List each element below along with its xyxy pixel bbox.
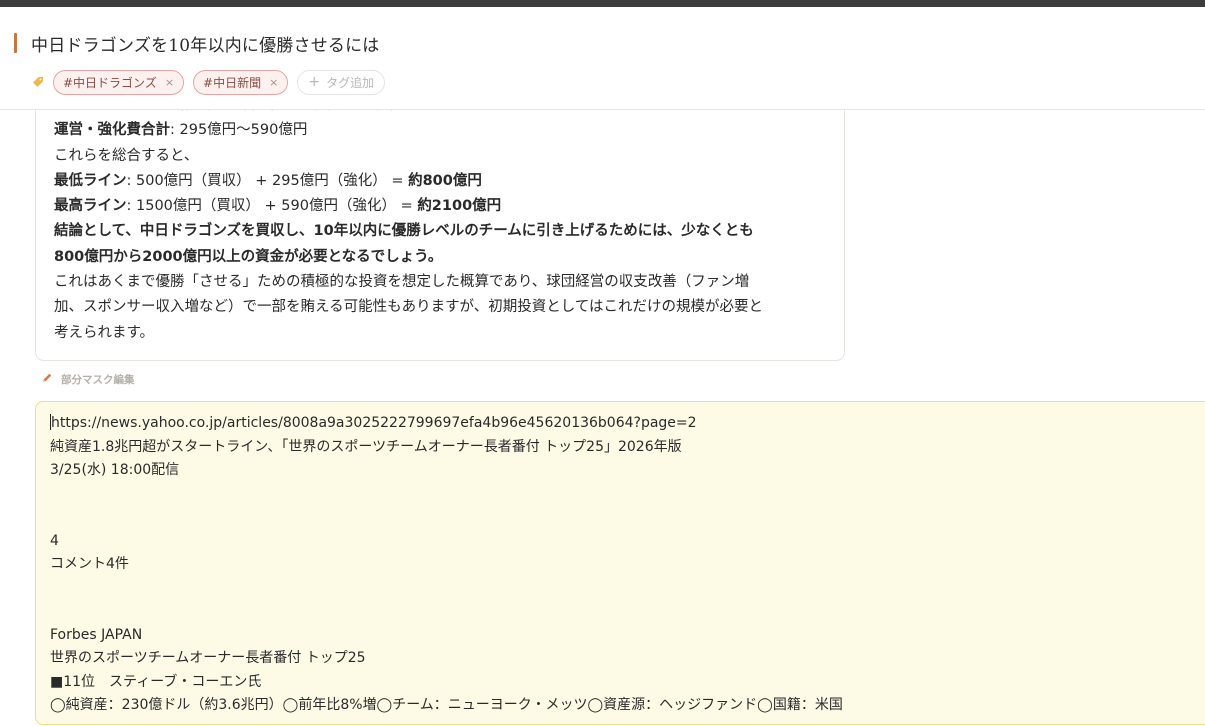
mask-edit-textarea[interactable]: https://news.yahoo.co.jp/articles/8008a9… (35, 401, 1205, 725)
editor-line: 3/25(水) 18:00配信 (50, 462, 180, 478)
editor-line: https://news.yahoo.co.jp/articles/8008a9… (50, 412, 1205, 436)
answer-note-1: これはあくまで優勝「させる」ための積極的な投資を想定した概算であり、球団経営の収… (54, 274, 750, 291)
answer-card: ファシリティ投資（初期投資含む）: 40億円〜40億円 運営・強化費合計: 29… (35, 72, 845, 361)
tag-remove-icon[interactable]: × (165, 76, 174, 89)
cost-value: : 295億円〜590億円 (170, 122, 308, 139)
editor-line: Forbes JAPAN (50, 626, 143, 643)
min-label: 最低ライン (54, 172, 127, 189)
answer-sum-line: これらを総合すると、 (54, 147, 199, 164)
answer-note-3: 考えられます。 (54, 324, 155, 341)
max-value: : 1500億円（買収） + 590億円（強化） = (126, 198, 418, 215)
editor-line: 純資産1.8兆円超がスタートライン、「世界のスポーツチームオーナー長者番付 トッ… (50, 438, 682, 455)
answer-cost-line: 運営・強化費合計: 295億円〜590億円 (54, 118, 826, 143)
conclusion-text-2: 800億円から2000億円以上の資金が必要となるでしょう。 (54, 248, 443, 265)
plus-icon: + (308, 74, 321, 90)
pencil-icon (41, 372, 53, 387)
tag-chunichi-shimbun[interactable]: #中日新聞 × (193, 69, 289, 95)
editor-blank-line (50, 600, 1205, 624)
tag-remove-icon[interactable]: × (269, 76, 278, 89)
min-value: : 500億円（買収） + 295億円（強化） = (126, 172, 409, 189)
editor-line: ■11位 スティーブ・コーエン氏 (50, 673, 262, 690)
mask-edit-button[interactable]: 部分マスク編集 (41, 371, 135, 387)
editor-line: 4 (50, 532, 59, 549)
max-label: 最高ライン (54, 198, 127, 215)
editor-line-text: https://news.yahoo.co.jp/articles/8008a9… (51, 415, 697, 431)
answer-conclusion-2: 800億円から2000億円以上の資金が必要となるでしょう。 (54, 245, 826, 270)
conclusion-text-1: 結論として、中日ドラゴンズを買収し、10年以内に優勝レベルのチームに引き上げるた… (54, 223, 754, 240)
answer-max-line: 最高ライン: 1500億円（買収） + 590億円（強化） = 約2100億円 (54, 194, 826, 219)
answer-min-line: 最低ライン: 500億円（買収） + 295億円（強化） = 約800億円 (54, 169, 826, 194)
add-tag-button[interactable]: + タグ追加 (297, 69, 386, 95)
mask-edit-label: 部分マスク編集 (61, 373, 135, 386)
tag-row: #中日ドラゴンズ × #中日新聞 × + タグ追加 (32, 69, 386, 95)
title-row: 中日ドラゴンズを10年以内に優勝させるには (14, 31, 380, 56)
editor-blank-line (50, 483, 1205, 507)
tag-label: #中日ドラゴンズ (63, 75, 157, 90)
cost-label: 運営・強化費合計 (54, 122, 170, 139)
page-title[interactable]: 中日ドラゴンズを10年以内に優勝させるには (31, 31, 380, 56)
editor-blank-line (50, 506, 1205, 530)
window-top-bar (0, 0, 1205, 7)
editor-line: 世界のスポーツチームオーナー長者番付 トップ25 (50, 650, 366, 666)
min-total: 約800億円 (408, 172, 482, 189)
editor-line: ◯純資産：230億ドル（約3.6兆円）◯前年比8%増◯チーム：ニューヨーク・メッ… (50, 697, 843, 713)
tag-icon (32, 76, 44, 88)
page-header: 中日ドラゴンズを10年以内に優勝させるには #中日ドラゴンズ × #中日新聞 ×… (0, 7, 1205, 110)
editor-blank-line (50, 577, 1205, 601)
title-accent-bar (14, 33, 17, 53)
tag-label: #中日新聞 (203, 75, 262, 90)
max-total: 約2100億円 (417, 198, 502, 215)
add-tag-label: タグ追加 (326, 75, 375, 90)
answer-note-2: 加、スポンサー収入増など）で一部を賄える可能性もありますが、初期投資としてはこれ… (54, 299, 764, 316)
editor-line: コメント4件 (50, 556, 129, 572)
tag-chunichi-dragons[interactable]: #中日ドラゴンズ × (53, 69, 185, 95)
answer-conclusion-1: 結論として、中日ドラゴンズを買収し、10年以内に優勝レベルのチームに引き上げるた… (54, 219, 826, 244)
